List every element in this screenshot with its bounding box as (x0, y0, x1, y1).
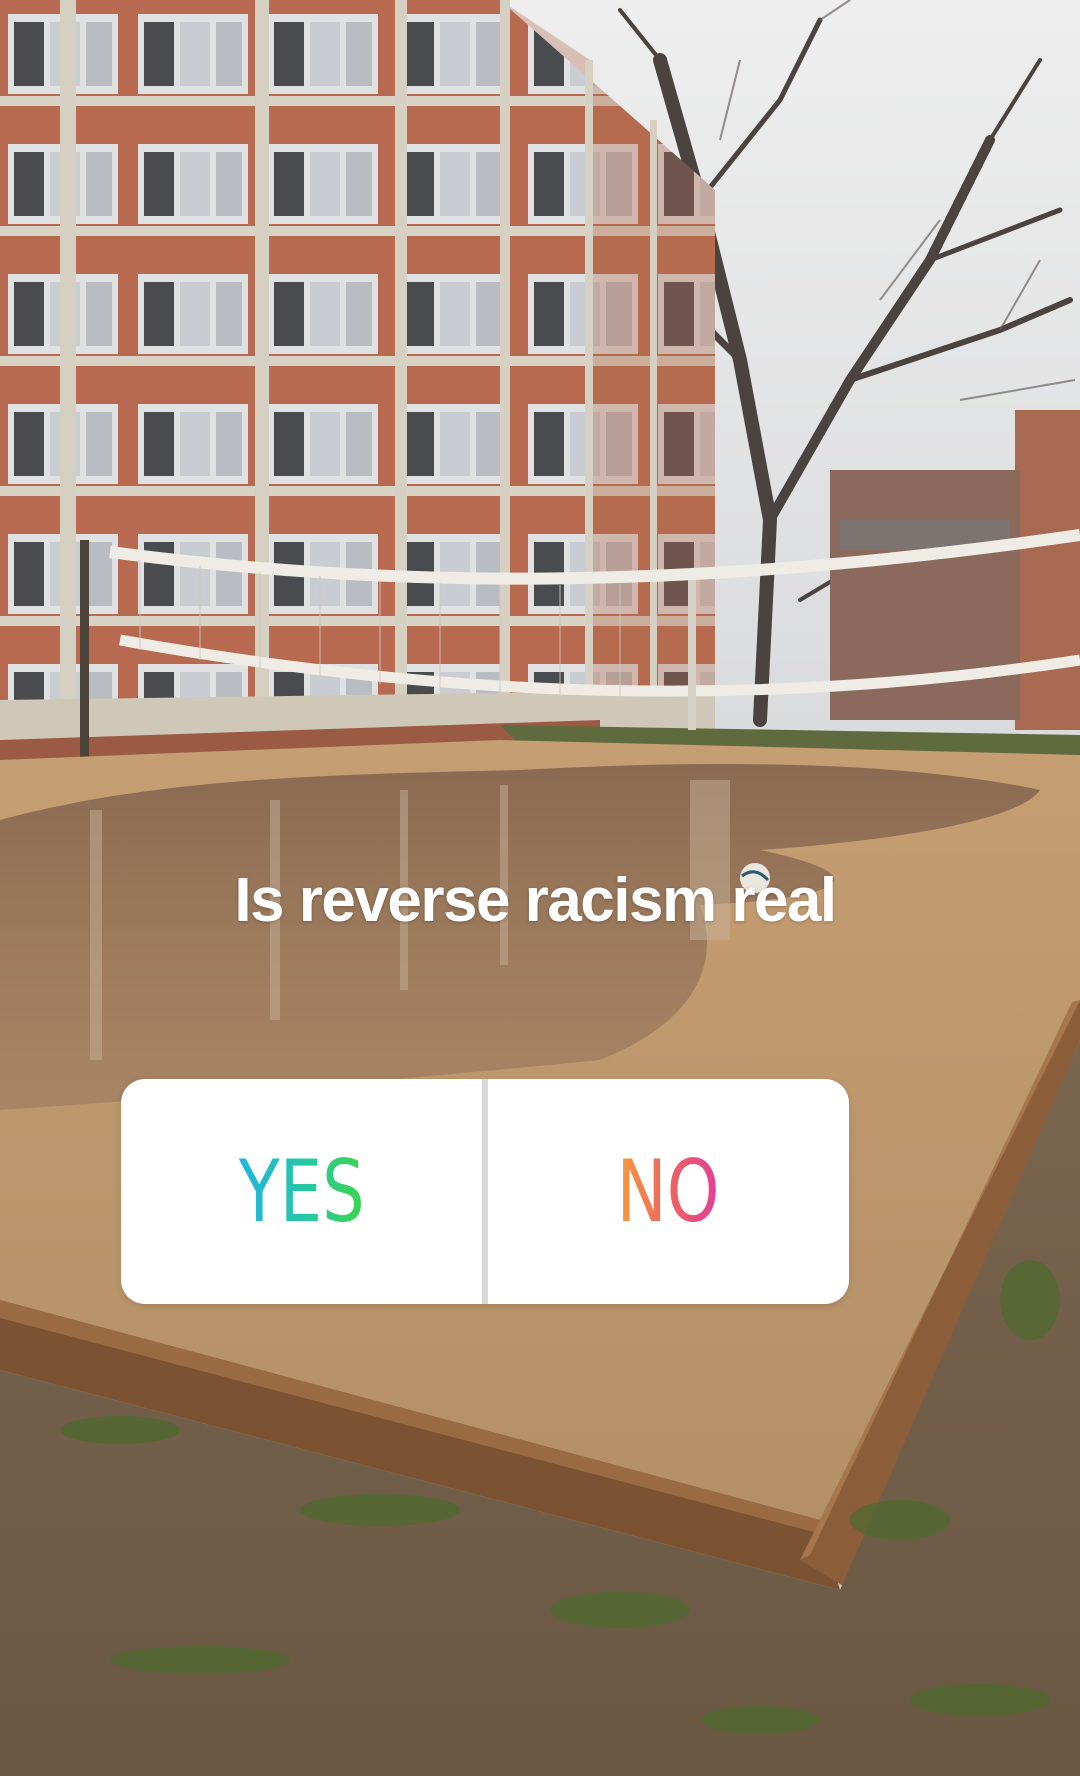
poll-option-no-label: NO (617, 1141, 720, 1242)
poll-option-yes-button[interactable]: YES (121, 1079, 482, 1304)
poll-option-yes-label: YES (238, 1141, 365, 1242)
poll-option-no-button[interactable]: NO (488, 1079, 849, 1304)
story-view: Is reverse racism real YES NO (0, 0, 1080, 1776)
story-question-text: Is reverse racism real (234, 866, 837, 935)
poll-sticker: YES NO (121, 1079, 849, 1304)
